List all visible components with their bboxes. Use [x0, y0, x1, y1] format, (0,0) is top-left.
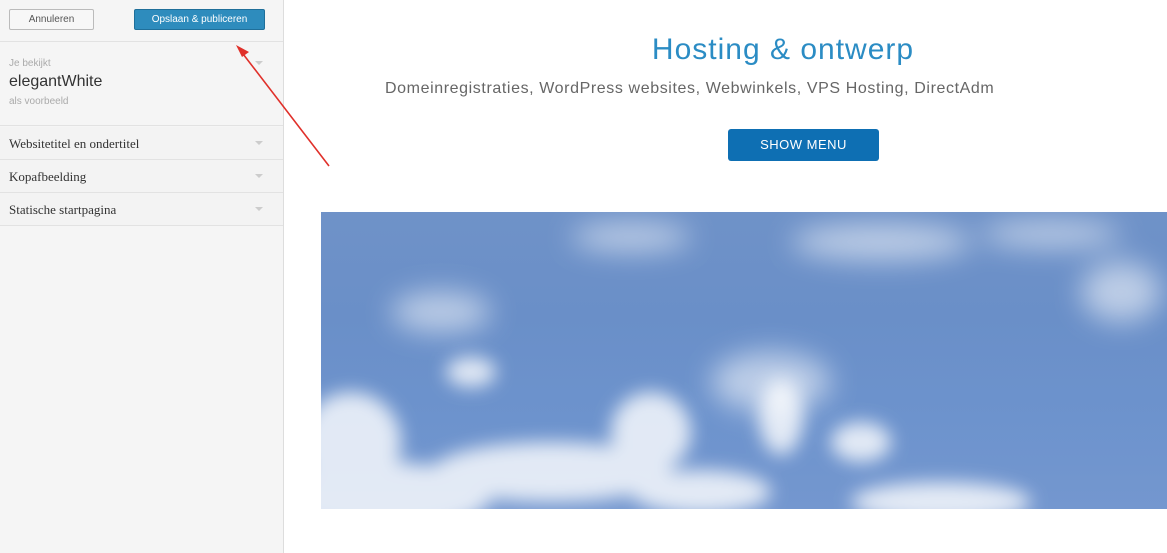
section-header-image[interactable]: Kopafbeelding — [0, 160, 283, 193]
header-image — [321, 212, 1167, 509]
theme-preview-label: als voorbeeld — [9, 96, 69, 107]
theme-info-panel[interactable]: Je bekijkt elegantWhite als voorbeeld — [0, 43, 283, 126]
save-publish-button[interactable]: Opslaan & publiceren — [134, 9, 265, 30]
section-site-title[interactable]: Websitetitel en ondertitel — [0, 127, 283, 160]
sidebar-header: Annuleren Opslaan & publiceren — [0, 0, 283, 42]
cancel-button[interactable]: Annuleren — [9, 9, 94, 30]
section-static-front-page[interactable]: Statische startpagina — [0, 193, 283, 226]
section-label: Statische startpagina — [9, 202, 117, 217]
theme-viewing-label: Je bekijkt — [9, 58, 51, 69]
site-title[interactable]: Hosting & ontwerp — [553, 33, 1013, 67]
show-menu-button[interactable]: SHOW MENU — [728, 129, 879, 161]
chevron-down-icon — [255, 207, 263, 211]
chevron-down-icon — [255, 174, 263, 178]
chevron-down-icon — [255, 141, 263, 145]
sky-clouds-image — [321, 221, 1161, 509]
section-label: Websitetitel en ondertitel — [9, 136, 140, 151]
customizer-sidebar: Annuleren Opslaan & publiceren Je bekijk… — [0, 0, 284, 553]
theme-name: elegantWhite — [9, 73, 103, 90]
section-label: Kopafbeelding — [9, 169, 87, 184]
chevron-down-icon[interactable] — [255, 61, 263, 65]
site-tagline: Domeinregistraties, WordPress websites, … — [385, 80, 995, 97]
